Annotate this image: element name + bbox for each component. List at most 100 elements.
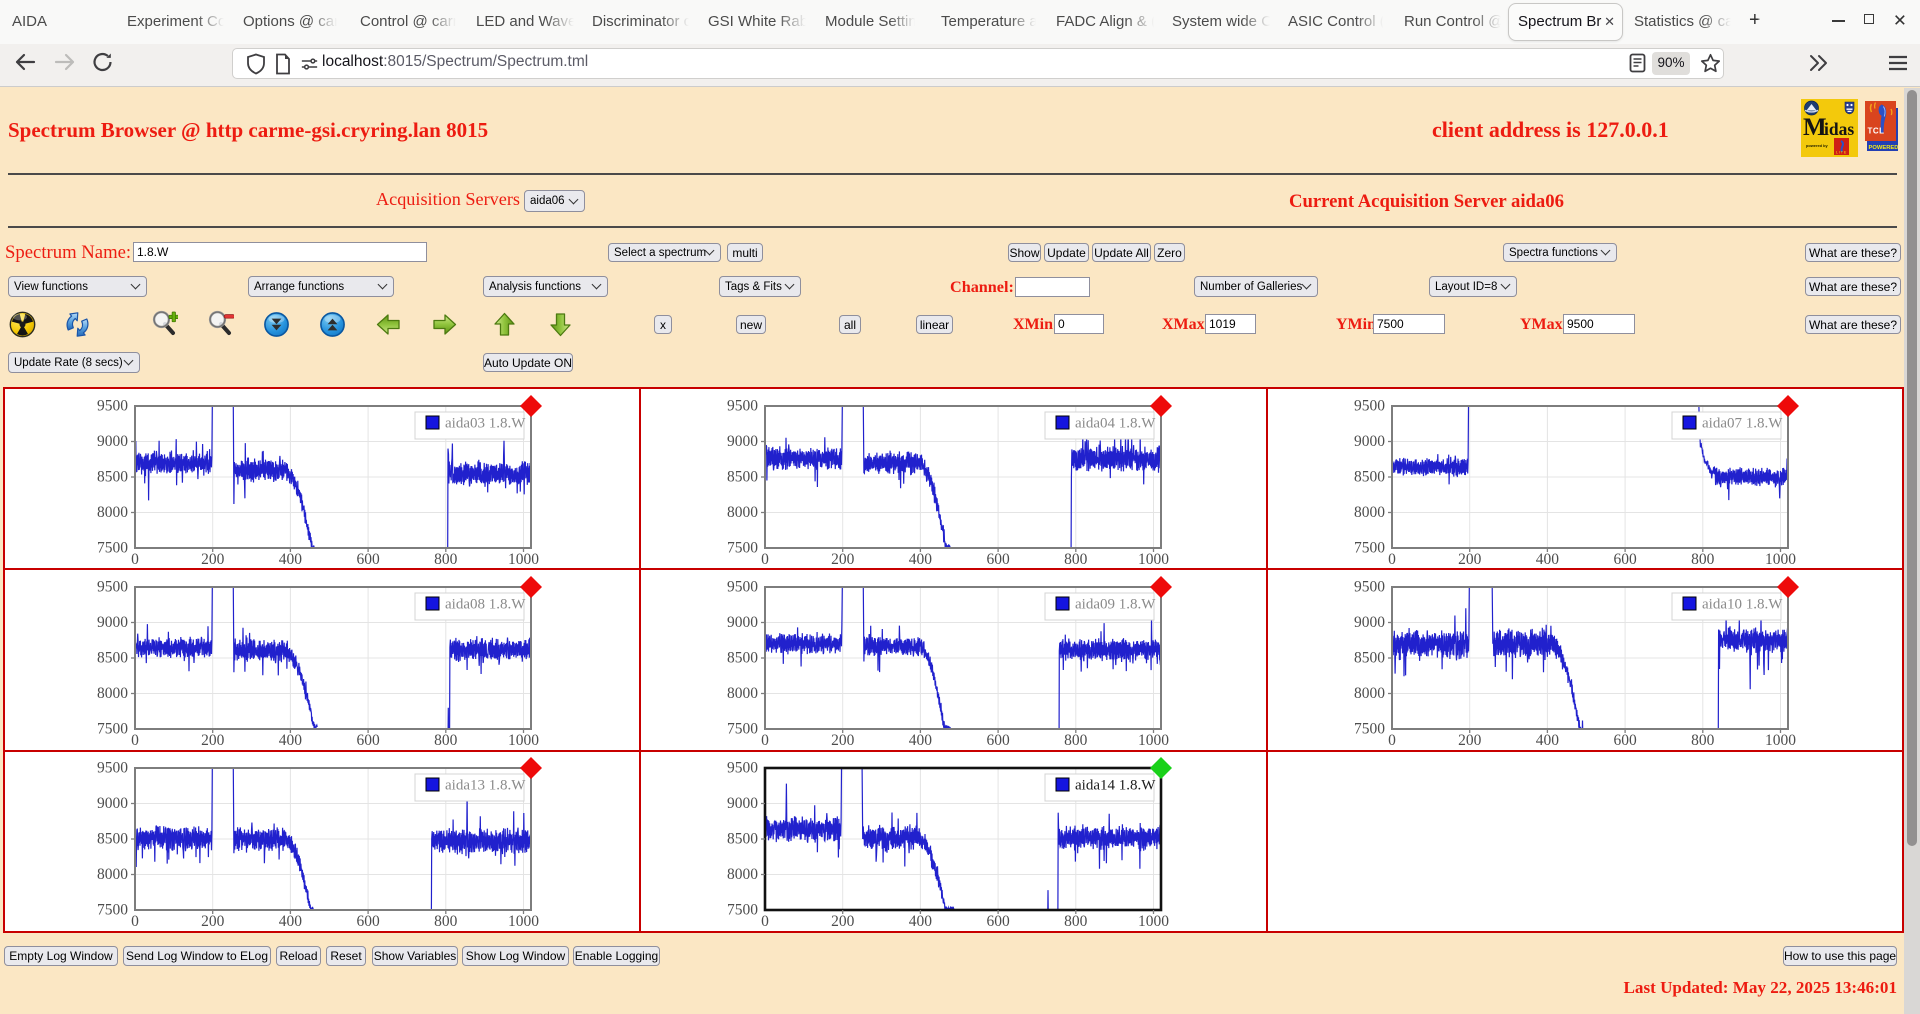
svg-text:1000: 1000 bbox=[508, 913, 539, 930]
svg-text:TCL: TCL bbox=[1868, 127, 1885, 136]
svg-text:8500: 8500 bbox=[727, 650, 758, 667]
svg-text:7500: 7500 bbox=[727, 721, 758, 738]
svg-text:7500: 7500 bbox=[97, 540, 128, 557]
svg-text:idas: idas bbox=[1824, 119, 1854, 139]
svg-text:9500: 9500 bbox=[1354, 398, 1385, 415]
svg-text:200: 200 bbox=[201, 913, 225, 930]
svg-text:9000: 9000 bbox=[727, 433, 758, 450]
svg-text:8500: 8500 bbox=[727, 469, 758, 486]
svg-text:800: 800 bbox=[1064, 913, 1088, 930]
svg-text:600: 600 bbox=[1613, 732, 1637, 749]
svg-text:9000: 9000 bbox=[727, 795, 758, 812]
svg-text:9000: 9000 bbox=[97, 795, 128, 812]
svg-text:9500: 9500 bbox=[727, 760, 758, 777]
svg-text:8000: 8000 bbox=[727, 866, 758, 883]
svg-text:800: 800 bbox=[434, 913, 458, 930]
svg-text:8000: 8000 bbox=[1354, 685, 1385, 702]
svg-text:aida13 1.8.W: aida13 1.8.W bbox=[445, 778, 526, 794]
svg-text:400: 400 bbox=[1536, 551, 1560, 568]
svg-text:8000: 8000 bbox=[97, 685, 128, 702]
svg-text:9000: 9000 bbox=[1354, 433, 1385, 450]
svg-text:8000: 8000 bbox=[1354, 504, 1385, 521]
svg-text:200: 200 bbox=[1458, 551, 1482, 568]
svg-text:9500: 9500 bbox=[727, 579, 758, 596]
svg-text:600: 600 bbox=[986, 913, 1010, 930]
svg-text:600: 600 bbox=[356, 732, 380, 749]
svg-text:600: 600 bbox=[356, 551, 380, 568]
svg-text:200: 200 bbox=[201, 551, 225, 568]
svg-text:400: 400 bbox=[909, 551, 933, 568]
svg-text:aida10 1.8.W: aida10 1.8.W bbox=[1702, 597, 1783, 613]
svg-text:8500: 8500 bbox=[97, 469, 128, 486]
svg-text:0: 0 bbox=[761, 913, 769, 930]
svg-text:9500: 9500 bbox=[727, 398, 758, 415]
svg-text:aida14 1.8.W: aida14 1.8.W bbox=[1075, 778, 1156, 794]
svg-text:800: 800 bbox=[434, 732, 458, 749]
svg-text:800: 800 bbox=[1691, 732, 1715, 749]
svg-text:POWERED: POWERED bbox=[1869, 145, 1899, 151]
svg-text:0: 0 bbox=[131, 913, 139, 930]
svg-text:L I T E: L I T E bbox=[1836, 151, 1847, 155]
svg-text:powered by: powered by bbox=[1806, 143, 1828, 148]
svg-text:9000: 9000 bbox=[727, 614, 758, 631]
svg-text:800: 800 bbox=[1064, 551, 1088, 568]
svg-text:1000: 1000 bbox=[1138, 913, 1169, 930]
svg-text:1000: 1000 bbox=[1138, 551, 1169, 568]
svg-text:200: 200 bbox=[201, 732, 225, 749]
svg-text:8500: 8500 bbox=[97, 650, 128, 667]
svg-text:0: 0 bbox=[761, 551, 769, 568]
svg-text:7500: 7500 bbox=[727, 540, 758, 557]
svg-text:aida08 1.8.W: aida08 1.8.W bbox=[445, 597, 526, 613]
svg-text:800: 800 bbox=[1691, 551, 1715, 568]
svg-text:9000: 9000 bbox=[97, 433, 128, 450]
svg-text:0: 0 bbox=[131, 732, 139, 749]
svg-text:0: 0 bbox=[1388, 551, 1396, 568]
svg-text:7500: 7500 bbox=[727, 902, 758, 919]
svg-text:400: 400 bbox=[279, 913, 303, 930]
svg-text:400: 400 bbox=[909, 732, 933, 749]
svg-text:400: 400 bbox=[1536, 732, 1560, 749]
svg-text:600: 600 bbox=[1613, 551, 1637, 568]
svg-text:600: 600 bbox=[986, 732, 1010, 749]
svg-text:400: 400 bbox=[909, 913, 933, 930]
svg-text:0: 0 bbox=[761, 732, 769, 749]
svg-text:1000: 1000 bbox=[1765, 551, 1796, 568]
svg-text:8500: 8500 bbox=[1354, 469, 1385, 486]
svg-text:9500: 9500 bbox=[97, 398, 128, 415]
svg-text:200: 200 bbox=[831, 732, 855, 749]
svg-text:9500: 9500 bbox=[97, 760, 128, 777]
svg-text:800: 800 bbox=[434, 551, 458, 568]
svg-text:7500: 7500 bbox=[1354, 721, 1385, 738]
svg-text:8500: 8500 bbox=[727, 831, 758, 848]
svg-text:0: 0 bbox=[1388, 732, 1396, 749]
svg-text:600: 600 bbox=[356, 913, 380, 930]
svg-text:aida07 1.8.W: aida07 1.8.W bbox=[1702, 416, 1783, 432]
svg-text:1000: 1000 bbox=[508, 732, 539, 749]
svg-text:aida09 1.8.W: aida09 1.8.W bbox=[1075, 597, 1156, 613]
svg-text:200: 200 bbox=[1458, 732, 1482, 749]
svg-text:aida03 1.8.W: aida03 1.8.W bbox=[445, 416, 526, 432]
svg-text:8000: 8000 bbox=[97, 504, 128, 521]
svg-text:400: 400 bbox=[279, 732, 303, 749]
svg-text:9500: 9500 bbox=[1354, 579, 1385, 596]
svg-text:800: 800 bbox=[1064, 732, 1088, 749]
svg-text:200: 200 bbox=[831, 551, 855, 568]
svg-text:1000: 1000 bbox=[508, 551, 539, 568]
svg-text:9000: 9000 bbox=[97, 614, 128, 631]
svg-text:8000: 8000 bbox=[727, 504, 758, 521]
svg-text:1000: 1000 bbox=[1138, 732, 1169, 749]
svg-text:8000: 8000 bbox=[727, 685, 758, 702]
svg-text:aida04 1.8.W: aida04 1.8.W bbox=[1075, 416, 1156, 432]
svg-text:9000: 9000 bbox=[1354, 614, 1385, 631]
svg-text:8500: 8500 bbox=[1354, 650, 1385, 667]
svg-text:7500: 7500 bbox=[97, 721, 128, 738]
svg-text:400: 400 bbox=[279, 551, 303, 568]
svg-text:0: 0 bbox=[131, 551, 139, 568]
svg-text:7500: 7500 bbox=[97, 902, 128, 919]
svg-text:9500: 9500 bbox=[97, 579, 128, 596]
svg-text:8000: 8000 bbox=[97, 866, 128, 883]
svg-text:7500: 7500 bbox=[1354, 540, 1385, 557]
svg-text:600: 600 bbox=[986, 551, 1010, 568]
svg-text:8500: 8500 bbox=[97, 831, 128, 848]
svg-text:1000: 1000 bbox=[1765, 732, 1796, 749]
